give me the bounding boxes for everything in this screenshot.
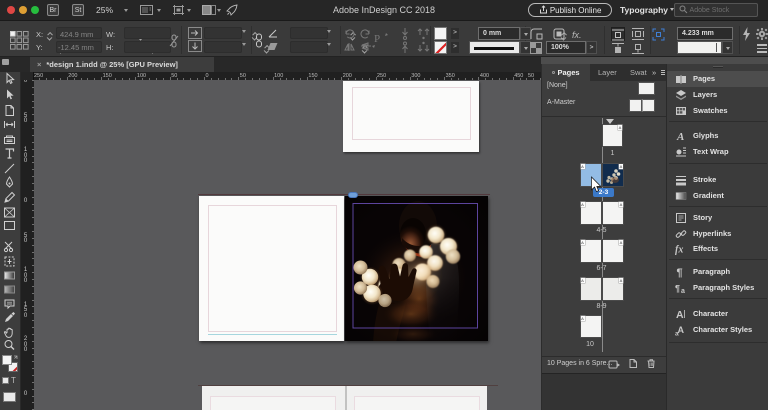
svg-text:A: A [676,131,684,142]
svg-text:¶: ¶ [675,284,680,294]
svg-text:a: a [675,331,679,337]
svg-text:¶: ¶ [677,267,683,278]
svg-text:fx: fx [675,245,683,256]
svg-text:a: a [681,288,685,294]
svg-text:A: A [676,309,684,320]
